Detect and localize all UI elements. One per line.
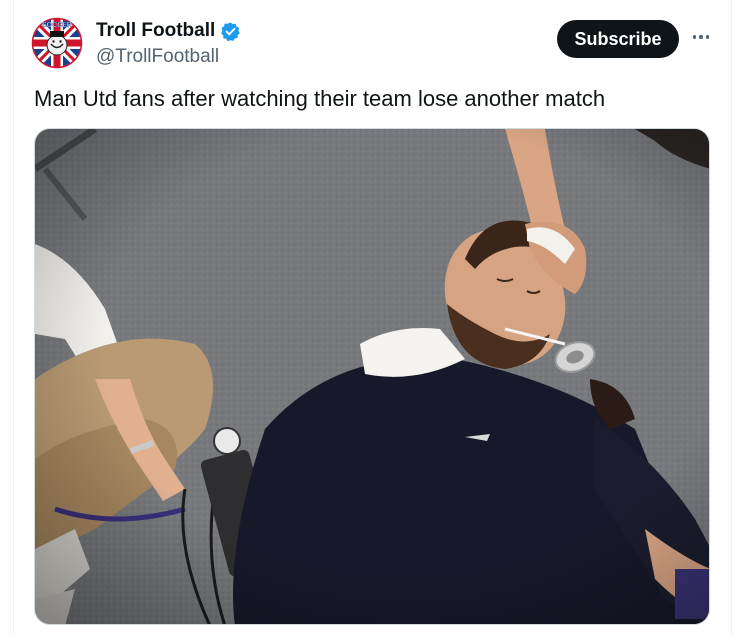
verified-badge-icon (220, 21, 241, 42)
more-options-icon[interactable] (690, 26, 712, 48)
union-jack-troll-logo: SOCCER (31, 17, 83, 69)
author-name-row[interactable]: Troll Football (96, 20, 241, 42)
timeline-border-right (731, 0, 732, 635)
tweet-text: Man Utd fans after watching their team l… (34, 86, 606, 111)
photo-man-lying-on-floor (35, 129, 709, 624)
tweet-media-image[interactable] (34, 128, 710, 625)
subscribe-button[interactable]: Subscribe (557, 20, 679, 58)
timeline-border-left (13, 0, 14, 635)
author-handle[interactable]: @TrollFootball (96, 46, 219, 68)
avatar[interactable]: SOCCER (31, 17, 83, 69)
avatar-logo-text: SOCCER (42, 22, 72, 29)
author-display-name[interactable]: Troll Football (96, 20, 215, 42)
